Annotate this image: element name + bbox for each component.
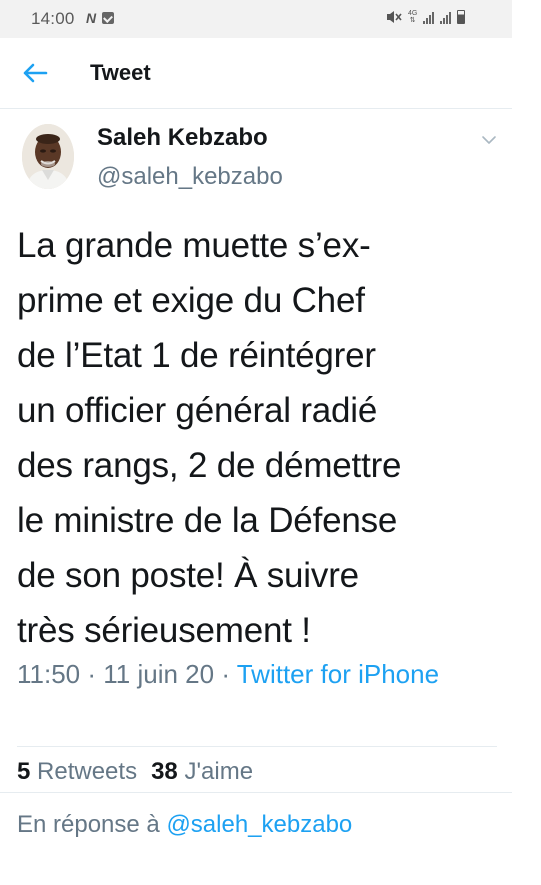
network-label: 4G: [408, 10, 418, 17]
status-time: 14:00: [31, 9, 75, 28]
likes-stat[interactable]: 38 J'aime: [151, 758, 253, 786]
retweets-label: Retweets: [37, 758, 138, 785]
mute-icon: [387, 11, 402, 23]
tweet-stats: 5 Retweets 38 J'aime: [17, 758, 253, 786]
data-arrows-icon: ⇅: [409, 17, 416, 24]
chevron-down-icon[interactable]: [481, 134, 497, 146]
reply-handle-link[interactable]: @saleh_kebzabo: [166, 811, 352, 838]
tweet-date: 11 juin 20: [103, 659, 215, 689]
divider: [17, 746, 497, 747]
page-title: Tweet: [90, 60, 151, 85]
tweet-time: 11:50: [17, 659, 81, 689]
status-bar: 14:00 N 4G ⇅: [0, 0, 512, 38]
meta-separator: ·: [80, 659, 104, 689]
signal-icon: [423, 11, 435, 24]
tweet-meta: 11:50 · 11 juin 20 · Twitter for iPhone: [17, 654, 487, 694]
author-handle[interactable]: @saleh_kebzabo: [97, 163, 283, 191]
status-left-icons: N: [86, 10, 115, 26]
checkbox-notification-icon: [102, 12, 115, 24]
tweet-text: La grande muette s’ex- prime et exige du…: [17, 226, 402, 650]
likes-count: 38: [151, 758, 178, 785]
reply-prefix: En réponse à: [17, 811, 167, 838]
retweets-count: 5: [17, 758, 31, 785]
divider: [0, 792, 512, 793]
likes-label: J'aime: [184, 758, 254, 785]
tweet-source-link[interactable]: Twitter for iPhone: [237, 659, 439, 689]
retweets-stat[interactable]: 5 Retweets: [17, 758, 137, 786]
network-type: 4G ⇅: [408, 10, 417, 24]
status-right-icons: 4G ⇅: [386, 10, 466, 24]
avatar[interactable]: [22, 124, 74, 189]
signal-icon: [440, 11, 452, 24]
author-name[interactable]: Saleh Kebzabo: [97, 124, 268, 152]
notification-n-icon: N: [86, 10, 97, 26]
reply-context: En réponse à @saleh_kebzabo: [17, 811, 352, 839]
app-header: Tweet: [0, 38, 512, 109]
battery-icon: [457, 10, 466, 24]
meta-separator: ·: [214, 659, 237, 689]
back-arrow-icon[interactable]: [22, 62, 48, 84]
